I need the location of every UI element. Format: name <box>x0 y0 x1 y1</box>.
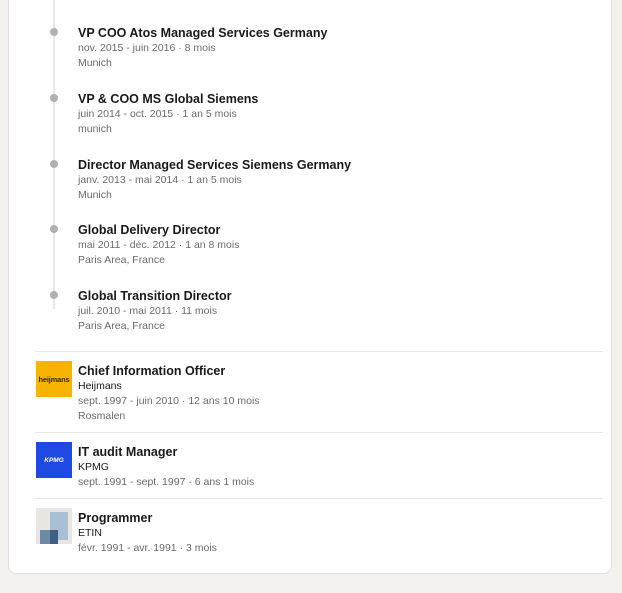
experience-item[interactable]: Programmer ETIN févr. 1991 - avr. 1991 ·… <box>78 510 217 556</box>
role-dates: mai 2011 - déc. 2012 · 1 an 8 mois <box>78 239 240 251</box>
role-item[interactable]: VP COO Atos Managed Services Germany nov… <box>78 25 327 71</box>
role-item[interactable]: Global Transition Director juil. 2010 - … <box>78 288 232 334</box>
experience-location: Rosmalen <box>78 410 126 422</box>
timeline-line <box>53 0 55 309</box>
experience-company: ETIN <box>78 527 102 539</box>
experience-title[interactable]: Chief Information Officer <box>78 363 260 379</box>
logo-shape <box>50 530 58 544</box>
timeline-dot <box>50 291 58 299</box>
role-item[interactable]: VP & COO MS Global Siemens juin 2014 - o… <box>78 91 258 137</box>
experience-card: VP COO Atos Managed Services Germany nov… <box>8 0 612 574</box>
role-dates: juil. 2010 - mai 2011 · 11 mois <box>78 305 218 317</box>
experience-title[interactable]: Programmer <box>78 510 217 526</box>
role-title[interactable]: Director Managed Services Siemens German… <box>78 157 351 173</box>
role-title[interactable]: VP COO Atos Managed Services Germany <box>78 25 327 41</box>
experience-title[interactable]: IT audit Manager <box>78 444 254 460</box>
company-logo-kpmg[interactable]: KPMG <box>36 442 72 478</box>
role-location: Munich <box>78 189 112 201</box>
role-dates: janv. 2013 - mai 2014 · 1 an 5 mois <box>78 174 242 186</box>
timeline-dot <box>50 94 58 102</box>
role-location: Munich <box>78 57 112 69</box>
experience-dates: févr. 1991 - avr. 1991 · 3 mois <box>78 542 217 554</box>
role-dates: nov. 2015 - juin 2016 · 8 mois <box>78 42 216 54</box>
logo-text: KPMG <box>44 456 64 464</box>
role-location: Paris Area, France <box>78 254 165 266</box>
role-title[interactable]: Global Transition Director <box>78 288 232 304</box>
company-logo-etin[interactable] <box>36 508 72 544</box>
role-location: Paris Area, France <box>78 320 165 332</box>
experience-item[interactable]: IT audit Manager KPMG sept. 1991 - sept.… <box>78 444 254 490</box>
role-title[interactable]: Global Delivery Director <box>78 222 239 238</box>
role-item[interactable]: Director Managed Services Siemens German… <box>78 157 351 203</box>
timeline-dot <box>50 225 58 233</box>
role-item[interactable]: Global Delivery Director mai 2011 - déc.… <box>78 222 239 268</box>
timeline-dot <box>50 160 58 168</box>
experience-dates: sept. 1991 - sept. 1997 · 6 ans 1 mois <box>78 476 255 488</box>
divider <box>35 432 603 433</box>
experience-item[interactable]: Chief Information Officer Heijmans sept.… <box>78 363 260 424</box>
divider <box>35 351 603 352</box>
experience-company: KPMG <box>78 461 109 473</box>
logo-text: heijmans <box>38 374 70 384</box>
experience-company: Heijmans <box>78 380 122 392</box>
company-logo-heijmans[interactable]: heijmans <box>36 361 72 397</box>
timeline-dot <box>50 28 58 36</box>
role-title[interactable]: VP & COO MS Global Siemens <box>78 91 258 107</box>
experience-dates: sept. 1997 - juin 2010 · 12 ans 10 mois <box>78 395 260 407</box>
divider <box>35 498 603 499</box>
role-dates: juin 2014 - oct. 2015 · 1 an 5 mois <box>78 108 237 120</box>
role-location: munich <box>78 123 112 135</box>
